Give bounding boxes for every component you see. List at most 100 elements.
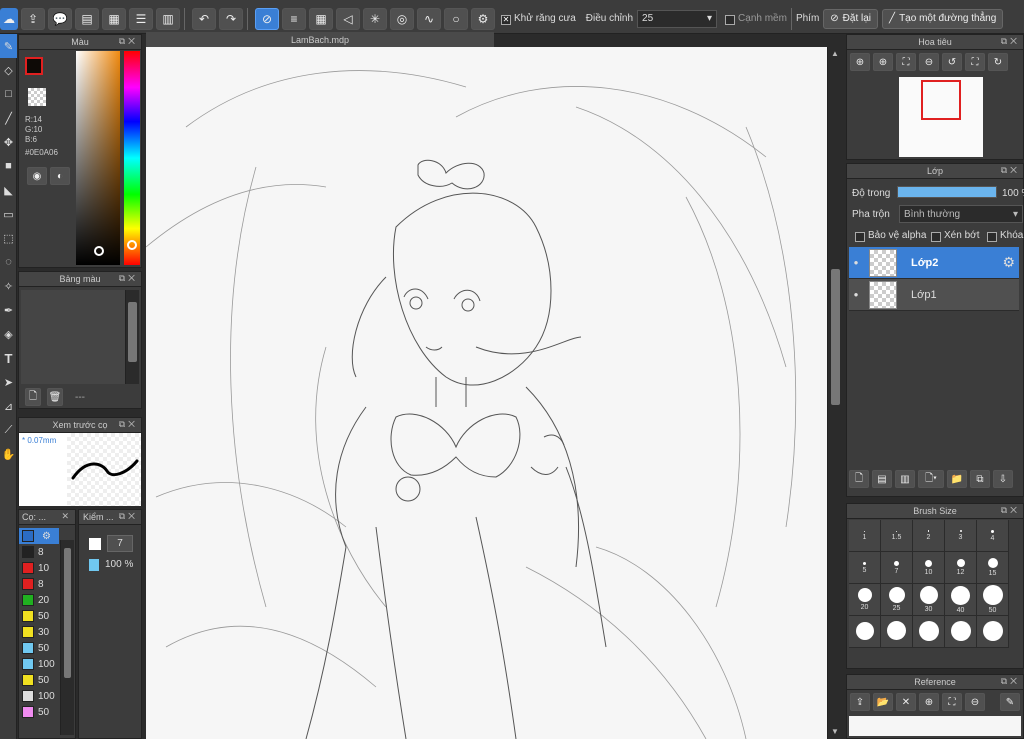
panel-controls-icon[interactable]: ⧉✕ <box>119 36 138 47</box>
select-eraser-tool-icon[interactable]: ◈ <box>0 322 17 346</box>
brush-list-item[interactable]: 10 <box>19 560 59 576</box>
close-reference-icon[interactable]: ✕ <box>896 693 916 711</box>
color-wheel-icon[interactable]: ◉ <box>27 167 47 185</box>
transparent-color-swatch[interactable] <box>28 88 46 106</box>
redo-icon[interactable]: ↷ <box>219 7 243 30</box>
export-icon[interactable]: ⇪ <box>21 7 45 30</box>
list-icon[interactable]: ☰ <box>129 7 153 30</box>
duplicate-layer-icon[interactable]: ⧉ <box>970 470 990 488</box>
saturation-value-picker[interactable] <box>76 51 120 265</box>
grid-snap-icon[interactable]: ▦ <box>309 7 333 30</box>
brush-size-cell[interactable]: 5 <box>849 552 881 584</box>
parallel-snap-icon[interactable]: ≡ <box>282 7 306 30</box>
white-swatch[interactable] <box>89 538 101 550</box>
operation-tool-icon[interactable]: ➤ <box>0 370 17 394</box>
brush-size-cell[interactable]: 4 <box>977 520 1009 552</box>
snap-off-icon[interactable]: ⊘ <box>255 7 279 30</box>
bucket-tool-icon[interactable]: ◣ <box>0 178 17 202</box>
brush-list-item[interactable]: 8 <box>19 576 59 592</box>
brush-list-item[interactable]: 8 <box>19 544 59 560</box>
canvas-scrollbar[interactable]: ▲ ▼ <box>827 47 842 739</box>
clipping-option[interactable]: Xén bớt <box>931 230 979 242</box>
fit-icon[interactable]: ⛶ <box>942 693 962 711</box>
zoom-in-icon[interactable]: ⊕ <box>919 693 939 711</box>
canvas-scroll-thumb[interactable] <box>831 269 840 405</box>
brush-tool-icon[interactable]: ╱ <box>0 106 17 130</box>
fill-rect-tool-icon[interactable]: ■ <box>0 154 17 178</box>
lasso-tool-icon[interactable]: ◌ <box>0 250 17 274</box>
eyedropper-icon[interactable]: ✎ <box>1000 693 1020 711</box>
brush-list-item[interactable]: ⚙ <box>19 528 59 544</box>
visibility-icon[interactable]: ● <box>849 258 863 267</box>
add-layer-menu-icon[interactable]: 🗋▾ <box>918 470 944 488</box>
settings-icon[interactable]: ⚙ <box>471 7 495 30</box>
folder-icon[interactable]: 📁 <box>947 470 967 488</box>
panel-controls-icon[interactable]: ⧉✕ <box>119 511 138 522</box>
soft-edge-option[interactable]: Cạnh mềm <box>725 13 787 25</box>
circle-snap-icon[interactable]: ○ <box>444 7 468 30</box>
select-rect-tool-icon[interactable]: ⬚ <box>0 226 17 250</box>
brush-size-cell[interactable]: 30 <box>913 584 945 616</box>
perspective-snap-icon[interactable]: ◁ <box>336 7 360 30</box>
brush-size-cell[interactable] <box>977 616 1009 648</box>
speech-bubble-icon[interactable]: 💬 <box>48 7 72 30</box>
new-layer-icon[interactable]: 🗋 <box>849 470 869 488</box>
visibility-icon[interactable]: ● <box>849 290 863 299</box>
blend-mode-select[interactable]: Bình thường ▾ <box>899 205 1023 223</box>
eyedropper-tool-icon[interactable]: ⊿ <box>0 394 17 418</box>
zoom-in-icon[interactable]: ⊕ <box>850 53 870 71</box>
rotate-right-icon[interactable]: ↻ <box>988 53 1008 71</box>
radial-snap-icon[interactable]: ✳ <box>363 7 387 30</box>
navigator-viewport[interactable] <box>921 80 961 120</box>
palette-swatches-area[interactable] <box>21 290 125 384</box>
brush-size-cell[interactable] <box>913 616 945 648</box>
new-1bit-layer-icon[interactable]: ▥ <box>895 470 915 488</box>
layer-row[interactable]: ● Lớp1 <box>849 279 1019 311</box>
comment-icon[interactable]: ▤ <box>75 7 99 30</box>
hand-tool-icon[interactable]: ✋ <box>0 442 17 466</box>
gear-icon[interactable]: ⚙ <box>1002 254 1015 271</box>
opacity-slider[interactable] <box>897 186 997 198</box>
blue-swatch[interactable] <box>89 559 99 571</box>
brush-size-cell[interactable]: 2 <box>913 520 945 552</box>
rotate-left-icon[interactable]: ↺ <box>942 53 962 71</box>
panel-controls-icon[interactable]: ⧉✕ <box>1001 505 1020 516</box>
brush-size-cell[interactable]: 10 <box>913 552 945 584</box>
zoom-out-icon[interactable]: ⊖ <box>919 53 939 71</box>
brush-list-item[interactable]: 20 <box>19 592 59 608</box>
undo-icon[interactable]: ↶ <box>192 7 216 30</box>
merge-layer-icon[interactable]: ⇩ <box>993 470 1013 488</box>
clipping-checkbox[interactable] <box>931 231 941 242</box>
drawing-canvas[interactable] <box>146 47 827 739</box>
straight-line-button[interactable]: ╱ Tạo một đường thẳng <box>882 8 1004 29</box>
brush-size-cell[interactable] <box>881 616 913 648</box>
brush-size-cell[interactable]: 50 <box>977 584 1009 616</box>
antialias-checkbox[interactable]: ✕ <box>501 14 511 25</box>
brush-size-cell[interactable] <box>849 616 881 648</box>
brush-list-item[interactable]: 50 <box>19 608 59 624</box>
text-tool-icon[interactable]: T <box>0 346 17 370</box>
concentric-snap-icon[interactable]: ◎ <box>390 7 414 30</box>
document-tab[interactable]: LamBach.mdp <box>146 32 494 47</box>
fit-icon[interactable]: ⛶ <box>896 53 916 71</box>
correction-select[interactable]: 25 ▾ <box>637 9 718 28</box>
scroll-down-icon[interactable]: ▼ <box>831 727 839 736</box>
select-pen-tool-icon[interactable]: ✒ <box>0 298 17 322</box>
move-tool-icon[interactable]: ✥ <box>0 130 17 154</box>
new-palette-icon[interactable]: 🗋 <box>25 388 41 406</box>
lock-option[interactable]: Khóa <box>987 230 1023 242</box>
open-folder-icon[interactable]: 📂 <box>873 693 893 711</box>
brush-list-item[interactable]: 50 <box>19 640 59 656</box>
hue-slider[interactable] <box>124 51 140 265</box>
gear-icon[interactable]: ⚙ <box>42 531 51 542</box>
panel-controls-icon[interactable]: ⧉✕ <box>1001 165 1020 176</box>
navigator-preview[interactable] <box>899 77 983 157</box>
brush-size-cell[interactable]: 3 <box>945 520 977 552</box>
pen-tool-icon[interactable]: ✎ <box>0 34 17 58</box>
delete-palette-icon[interactable]: 🗑 <box>47 388 63 406</box>
rectangle-tool-icon[interactable]: □ <box>0 82 17 106</box>
upload-icon[interactable]: ⇪ <box>850 693 870 711</box>
panel-controls-icon[interactable]: ⧉✕ <box>119 273 138 284</box>
brush-size-cell[interactable]: 1 <box>849 520 881 552</box>
grid-edit-icon[interactable]: ▥ <box>156 7 180 30</box>
